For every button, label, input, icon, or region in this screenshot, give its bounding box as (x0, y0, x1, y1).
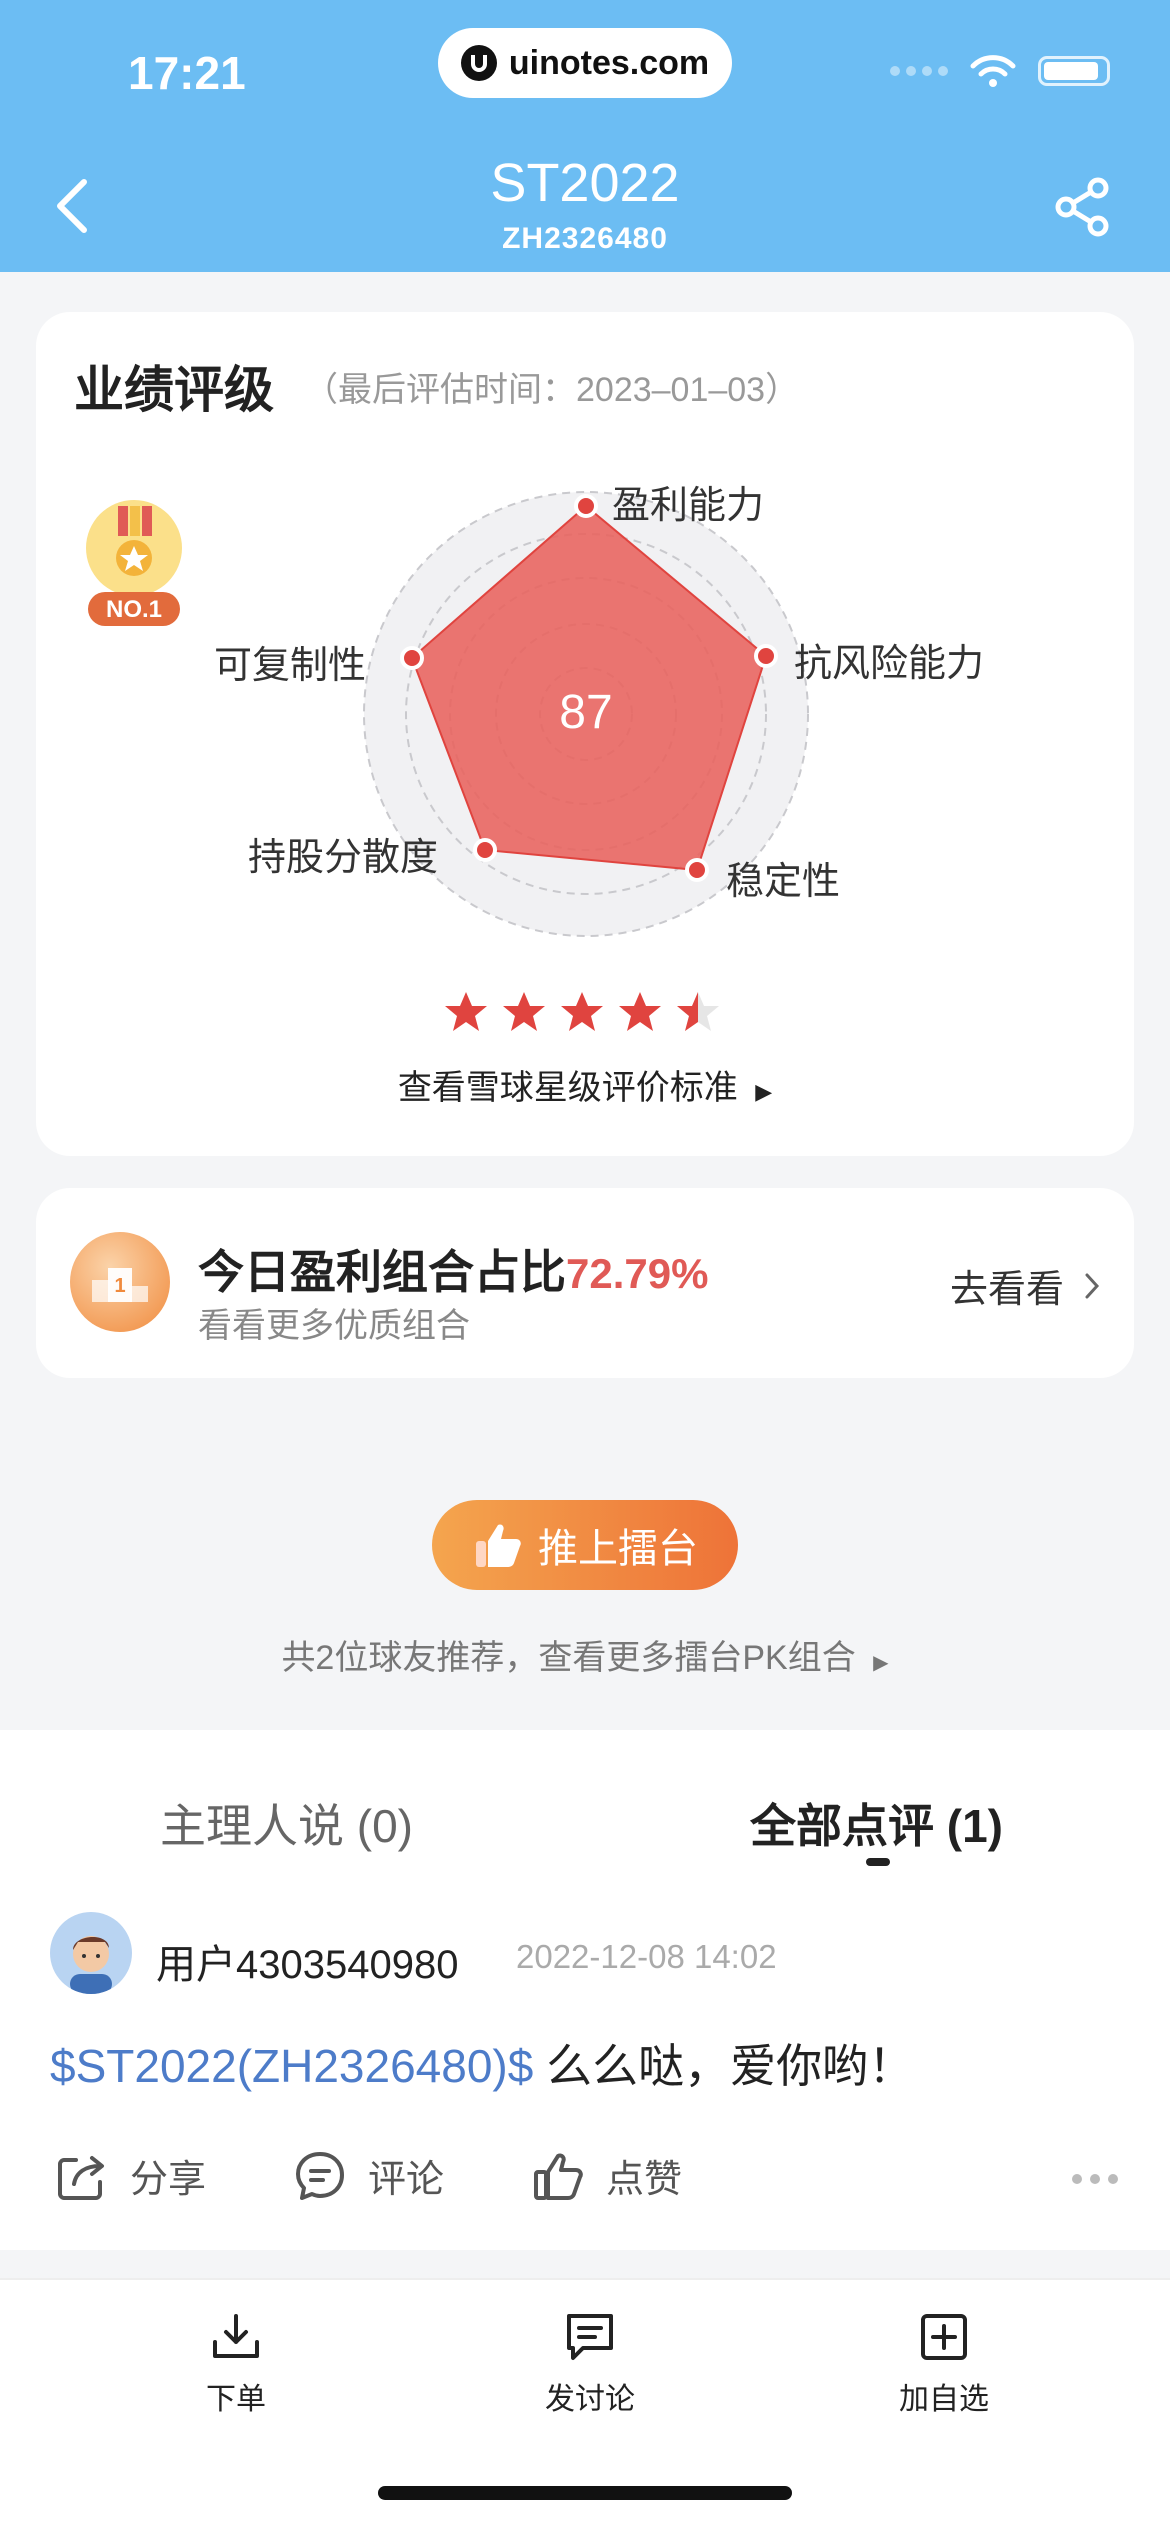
push-to-arena-button[interactable]: 推上擂台 (432, 1500, 738, 1590)
more-icon[interactable] (1072, 2174, 1118, 2184)
status-time: 17:21 (128, 47, 246, 99)
wifi-icon (970, 55, 1016, 87)
comment-user-name[interactable]: 用户4303540980 (156, 1932, 458, 1990)
star-icon (561, 992, 603, 1031)
nav-discuss[interactable]: 发讨论 (490, 2310, 690, 2418)
comment-stock-link[interactable]: $ST2022(ZH2326480)$ (50, 2040, 533, 2092)
chat-icon (567, 2314, 613, 2360)
comment-time: 2022-12-08 14:02 (516, 1938, 777, 1975)
comment-text: 么么哒，爱你哟！ (533, 2040, 915, 2092)
comment-body: $ST2022(ZH2326480)$ 么么哒，爱你哟！ (50, 2030, 914, 2096)
profit-title: 今日盈利组合占比72.79% (198, 1236, 708, 1302)
thumbs-up-icon (476, 1524, 521, 1567)
axis-label-replicability: 可复制性 (214, 645, 367, 687)
nav-order-label: 下单 (206, 2383, 266, 2416)
star-standard-link[interactable]: 查看雪球星级评价标准 ▶ (36, 1060, 1134, 1109)
site-logo-icon (460, 45, 497, 81)
portfolio-code: ZH2326480 (502, 222, 668, 255)
thumbs-up-outline-icon (534, 2153, 583, 2200)
axis-label-risk: 抗风险能力 (794, 643, 985, 685)
tab-indicator (866, 1858, 890, 1866)
nav-watchlist[interactable]: 加自选 (844, 2310, 1044, 2418)
star-rating (444, 990, 720, 1034)
caret-right-icon: ▶ (873, 1652, 889, 1674)
signal-icon (890, 66, 948, 76)
header: 17:21 uinotes.com ST2022 ZH2326480 (0, 0, 1170, 272)
podium-icon: 1 (70, 1232, 170, 1332)
rating-card: 业绩评级 （最后评估时间：2023–01–03） NO.1 87 盈利能力 抗风… (36, 312, 1134, 1156)
status-icons (890, 54, 1110, 88)
comment-action[interactable]: 评论 (294, 2148, 532, 2203)
nav-discuss-label: 发讨论 (545, 2383, 635, 2416)
tab-manager-says[interactable]: 主理人说 (0) (160, 1790, 413, 1856)
star-icon (445, 992, 487, 1031)
comment-actions: 分享 评论 点赞 (56, 2148, 770, 2203)
page-title: ST2022 (490, 153, 680, 213)
comment-label: 评论 (368, 2159, 445, 2201)
go-see-label: 去看看 (949, 1269, 1064, 1311)
comment-bubble-icon (296, 2151, 344, 2200)
tab-all-reviews[interactable]: 全部点评 (1) (750, 1790, 1003, 1856)
share-label: 分享 (130, 2159, 207, 2201)
recommend-text: 共2位球友推荐，查看更多擂台PK组合 (281, 1639, 856, 1677)
share-out-icon (58, 2155, 104, 2200)
like-label: 点赞 (606, 2159, 683, 2201)
nav-order[interactable]: 下单 (136, 2310, 336, 2418)
axis-label-stability: 稳定性 (726, 861, 841, 903)
profit-title-text: 今日盈利组合占比 (198, 1246, 566, 1298)
profit-card[interactable]: 1 今日盈利组合占比72.79% 看看更多优质组合 去看看 (36, 1188, 1134, 1378)
radar-score: 87 (559, 686, 612, 739)
url-text: uinotes.com (508, 43, 710, 82)
go-see-button[interactable]: 去看看 (950, 1258, 1100, 1313)
avatar[interactable] (50, 1912, 132, 1994)
nav-watchlist-label: 加自选 (899, 2383, 989, 2416)
half-star-icon (677, 992, 719, 1031)
url-pill[interactable]: uinotes.com (438, 28, 732, 98)
chevron-right-icon (1085, 1273, 1100, 1298)
download-icon (213, 2314, 259, 2358)
share-action[interactable]: 分享 (56, 2148, 294, 2203)
svg-text:1: 1 (114, 1275, 125, 1297)
like-action[interactable]: 点赞 (532, 2148, 770, 2203)
home-indicator (378, 2486, 792, 2500)
star-icon (619, 992, 661, 1031)
profit-percent: 72.79% (566, 1250, 709, 1297)
battery-icon (1038, 56, 1110, 86)
axis-label-profit: 盈利能力 (612, 485, 765, 527)
star-icon (503, 992, 545, 1031)
caret-right-icon: ▶ (755, 1079, 773, 1104)
add-box-icon (921, 2314, 967, 2360)
star-standard-label: 查看雪球星级评价标准 (397, 1069, 738, 1107)
share-icon[interactable] (1052, 176, 1114, 238)
axis-label-dispersion: 持股分散度 (248, 837, 439, 879)
push-button-label: 推上擂台 (538, 1527, 698, 1571)
recommend-link[interactable]: 共2位球友推荐，查看更多擂台PK组合 ▶ (0, 1630, 1170, 1679)
profit-subtitle: 看看更多优质组合 (198, 1307, 470, 1345)
